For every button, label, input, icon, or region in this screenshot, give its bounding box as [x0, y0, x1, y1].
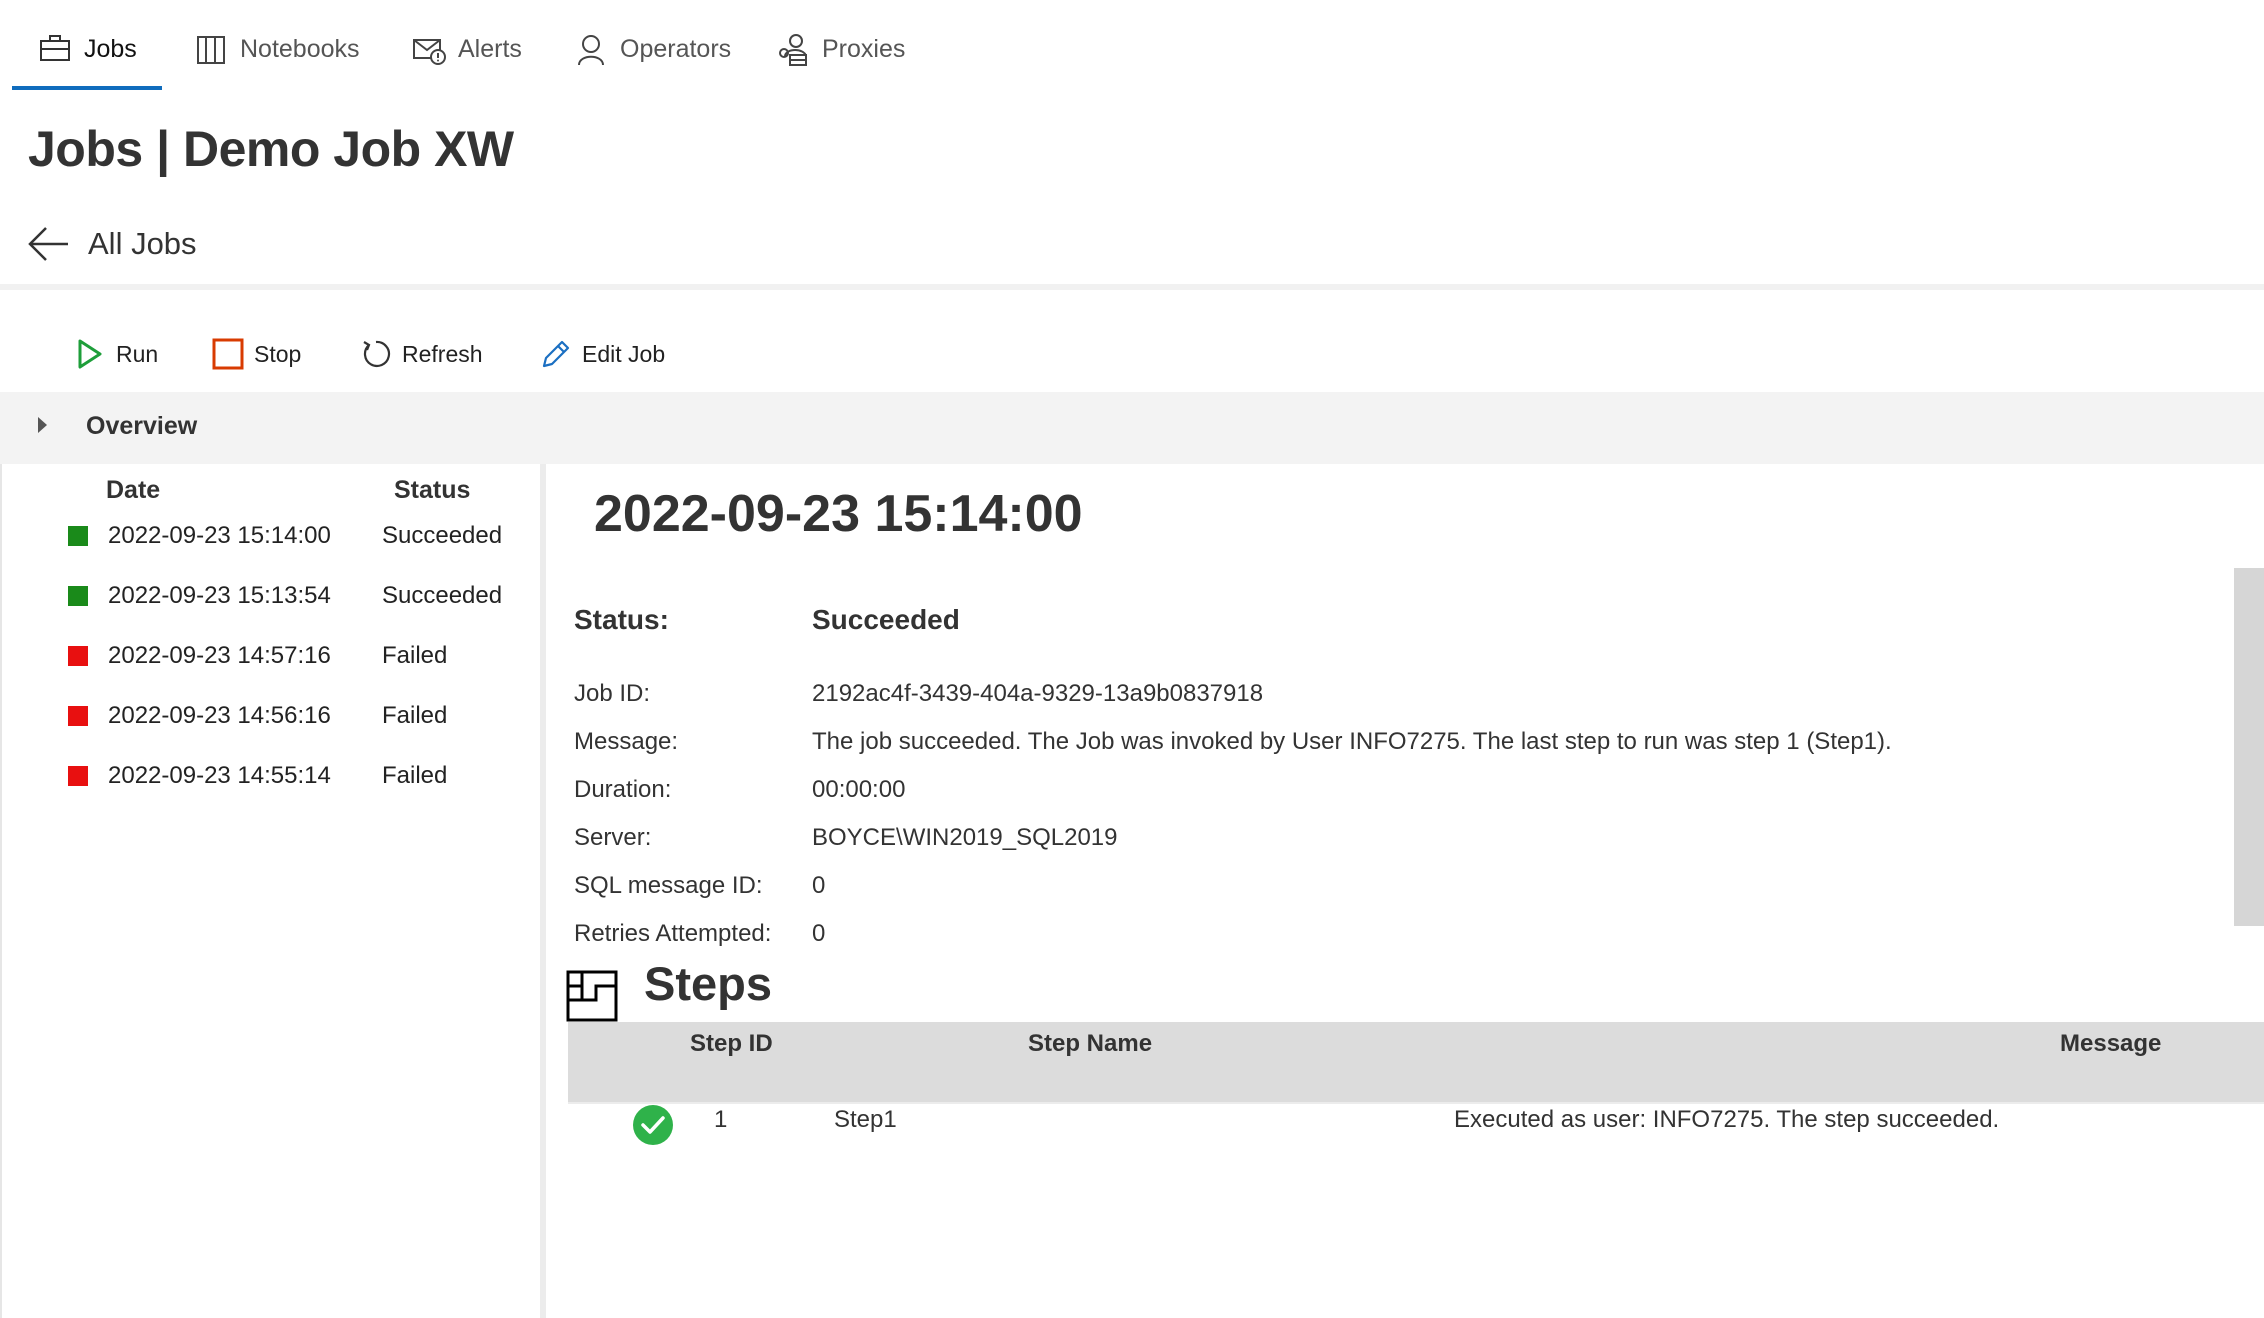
header-separator — [0, 284, 2264, 290]
person-icon — [574, 32, 608, 66]
job-id-label: Job ID: — [574, 680, 651, 707]
back-to-all-jobs-link[interactable]: All Jobs — [26, 222, 197, 266]
col-message: Message — [2060, 1030, 2162, 1057]
status-label: Status: — [574, 604, 669, 635]
history-date: 2022-09-23 15:14:00 — [108, 522, 331, 549]
history-header-date: Date — [106, 476, 161, 504]
history-row[interactable]: 2022-09-23 14:55:14 Failed — [68, 756, 447, 796]
history-status: Succeeded — [382, 522, 503, 549]
stop-button[interactable]: Stop — [212, 334, 301, 374]
left-pane-border — [0, 464, 2, 1318]
history-row[interactable]: 2022-09-23 14:56:16 Failed — [68, 696, 447, 736]
history-date: 2022-09-23 14:56:16 — [108, 702, 331, 729]
notebook-icon — [194, 32, 228, 66]
caret-right-icon — [38, 417, 47, 433]
retries-attempted-value: 0 — [812, 920, 826, 947]
message-value: The job succeeded. The Job was invoked b… — [812, 728, 1892, 755]
stop-label: Stop — [254, 340, 302, 367]
tab-notebooks[interactable]: Notebooks — [194, 26, 360, 72]
steps-icon — [566, 970, 618, 1022]
run-button[interactable]: Run — [74, 334, 158, 374]
duration-label: Duration: — [574, 776, 672, 803]
steps-title: Steps — [644, 957, 772, 1010]
tab-notebooks-label: Notebooks — [240, 34, 360, 63]
sql-message-id-label: SQL message ID: — [574, 872, 763, 899]
active-tab-indicator — [12, 86, 162, 90]
status-indicator — [68, 526, 88, 546]
history-date: 2022-09-23 14:57:16 — [108, 642, 331, 669]
detail-scrollbar[interactable] — [2234, 568, 2264, 926]
duration-value: 00:00:00 — [812, 776, 906, 803]
refresh-label: Refresh — [402, 340, 483, 367]
col-step-id: Step ID — [690, 1030, 773, 1057]
tab-alerts[interactable]: Alerts — [412, 26, 522, 72]
alert-icon — [412, 32, 446, 66]
status-indicator — [68, 586, 88, 606]
status-value: Succeeded — [812, 604, 960, 635]
retries-attempted-label: Retries Attempted: — [574, 920, 772, 947]
proxy-icon — [776, 32, 810, 66]
tab-jobs[interactable]: Jobs — [38, 26, 137, 72]
message-label: Message: — [574, 728, 679, 755]
sql-message-id-value: 0 — [812, 872, 826, 899]
status-indicator — [68, 766, 88, 786]
history-status: Failed — [382, 762, 448, 789]
step-message-cell: Executed as user: INFO7275. The step suc… — [1454, 1106, 2000, 1133]
tab-alerts-label: Alerts — [458, 34, 522, 63]
status-indicator — [68, 706, 88, 726]
overview-label: Overview — [86, 412, 198, 440]
server-value: BOYCE\WIN2019_SQL2019 — [812, 824, 1118, 851]
step-id-cell: 1 — [714, 1106, 728, 1133]
page-title: Jobs | Demo Job XW — [28, 121, 514, 177]
history-row[interactable]: 2022-09-23 14:57:16 Failed — [68, 636, 447, 676]
history-date: 2022-09-23 14:55:14 — [108, 762, 331, 789]
history-status: Succeeded — [382, 582, 503, 609]
tab-operators-label: Operators — [620, 34, 732, 63]
step-name-cell: Step1 — [834, 1106, 897, 1133]
run-label: Run — [116, 340, 159, 367]
back-label: All Jobs — [88, 226, 197, 261]
briefcase-icon — [38, 32, 72, 66]
check-circle-icon — [632, 1104, 674, 1146]
edit-job-button[interactable]: Edit Job — [540, 334, 665, 374]
tab-jobs-label: Jobs — [84, 34, 137, 63]
steps-row-divider — [568, 1102, 2264, 1104]
pane-splitter[interactable] — [540, 464, 546, 1318]
refresh-button[interactable]: Refresh — [360, 334, 483, 374]
steps-table-header: Step ID Step Name Message — [568, 1022, 2264, 1102]
history-status: Failed — [382, 702, 448, 729]
stop-icon — [212, 338, 244, 370]
tab-operators[interactable]: Operators — [574, 26, 731, 72]
edit-job-label: Edit Job — [582, 340, 666, 367]
history-header-status: Status — [394, 476, 471, 504]
refresh-icon — [360, 338, 392, 370]
overview-section-header[interactable]: Overview — [0, 392, 2264, 464]
tab-proxies[interactable]: Proxies — [776, 26, 905, 72]
tab-proxies-label: Proxies — [822, 34, 906, 63]
job-id-value: 2192ac4f-3439-404a-9329-13a9b0837918 — [812, 680, 1264, 707]
arrow-left-icon — [26, 222, 70, 266]
pencil-icon — [540, 338, 572, 370]
history-row[interactable]: 2022-09-23 15:14:00 Succeeded — [68, 516, 502, 556]
history-date: 2022-09-23 15:13:54 — [108, 582, 331, 609]
history-status: Failed — [382, 642, 448, 669]
col-step-name: Step Name — [1028, 1030, 1153, 1057]
history-row[interactable]: 2022-09-23 15:13:54 Succeeded — [68, 576, 502, 616]
server-label: Server: — [574, 824, 652, 851]
status-indicator — [68, 646, 88, 666]
play-icon — [74, 338, 106, 370]
run-detail-title: 2022-09-23 15:14:00 — [594, 485, 1083, 543]
